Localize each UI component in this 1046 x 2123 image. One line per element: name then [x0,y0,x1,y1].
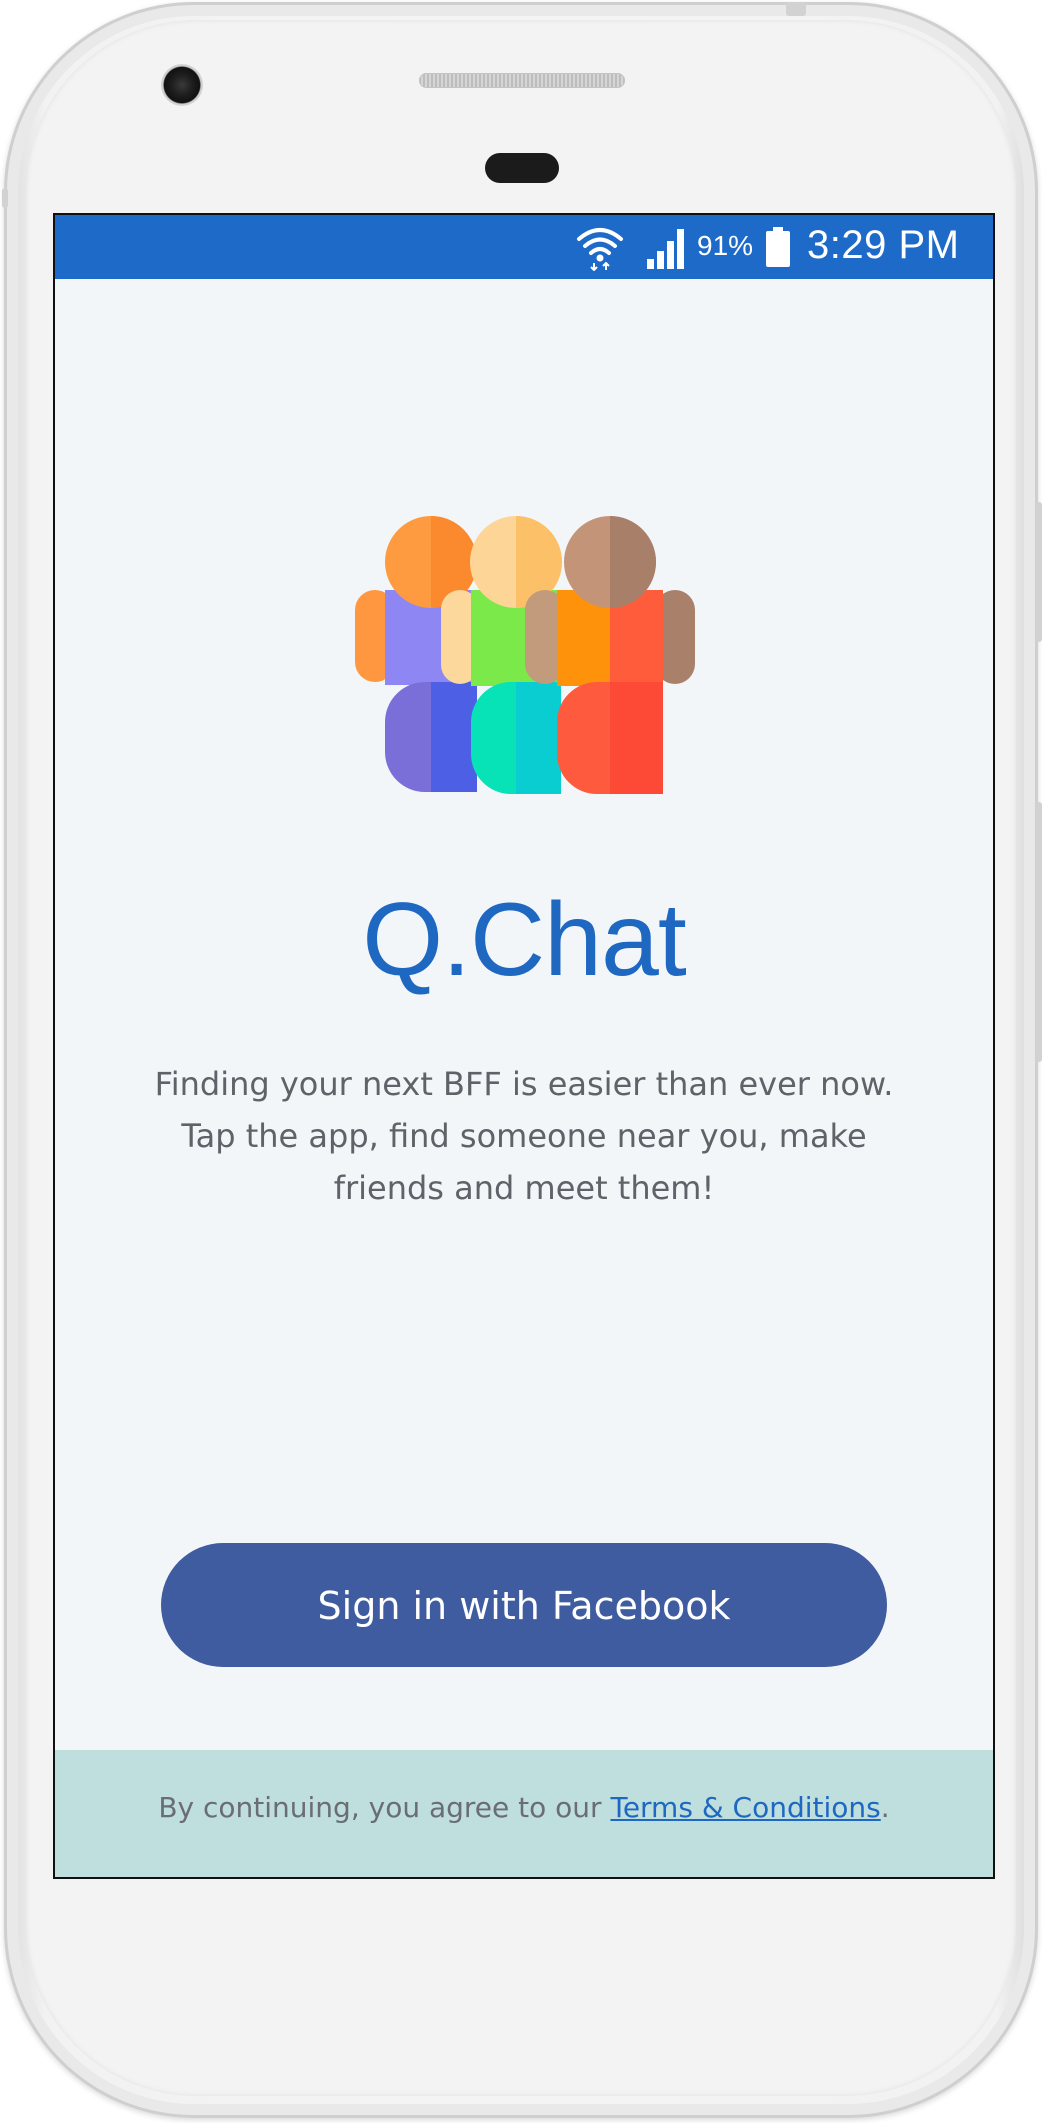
tagline-line: Tap the app, find someone near you, make [181,1117,867,1155]
app-title: Q.Chat [362,882,686,998]
proximity-sensor [485,153,559,183]
volume-button [1036,502,1042,642]
terms-footer: By continuing, you agree to our Terms & … [55,1750,993,1877]
wifi-icon [577,228,623,271]
status-bar: 91% 3:29 PM [55,215,993,279]
status-time: 3:29 PM [807,223,960,267]
terms-suffix: . [880,1791,890,1824]
terms-conditions-link[interactable]: Terms & Conditions [610,1791,880,1824]
device-frame-page: 91% 3:29 PM Q.Chat Finding your next BFF… [0,0,1046,2123]
tagline-line: friends and meet them! [333,1169,715,1207]
earpiece-speaker [419,73,625,88]
power-button [1036,802,1042,1062]
top-button [786,2,806,16]
app-screen: 91% 3:29 PM Q.Chat Finding your next BFF… [53,213,995,1879]
battery-percent: 91% [697,230,754,261]
tagline: Finding your next BFF is easier than eve… [115,1058,933,1214]
battery-icon [766,227,790,267]
terms-prefix: By continuing, you agree to our [158,1791,611,1824]
cell-signal-icon [647,229,684,269]
tagline-line: Finding your next BFF is easier than eve… [154,1065,894,1103]
left-edge-button [2,188,8,208]
sign-in-facebook-button[interactable]: Sign in with Facebook [161,1543,887,1667]
group-of-friends-logo [355,516,695,794]
front-camera-icon [161,64,203,106]
terms-notice: By continuing, you agree to our Terms & … [55,1791,993,1824]
